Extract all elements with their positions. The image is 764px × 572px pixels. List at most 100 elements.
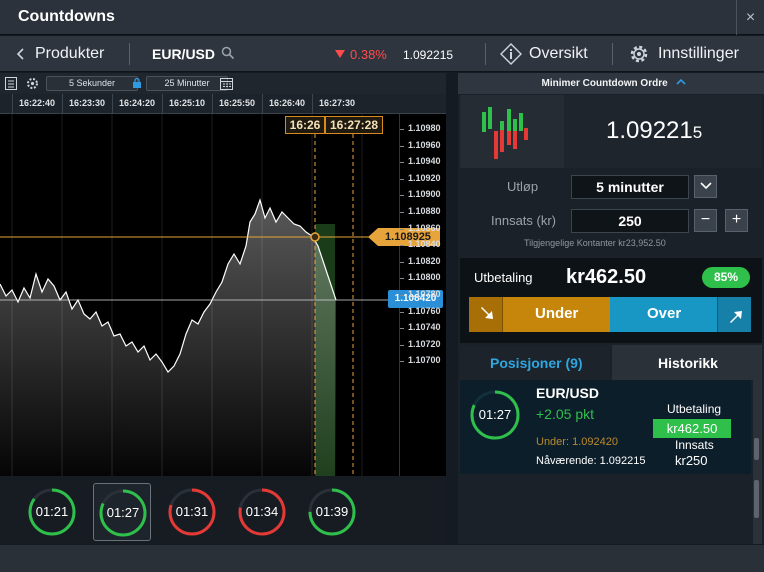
back-label: Produkter	[35, 45, 105, 62]
y-tick-label: 1.10760	[408, 305, 441, 316]
y-tick-label: 1.10800	[408, 272, 441, 283]
calendar-icon[interactable]	[220, 77, 233, 90]
position-stake-value: kr250	[675, 453, 708, 468]
countdown-timer[interactable]: 01:27	[93, 483, 151, 541]
lock-icon[interactable]	[133, 78, 141, 88]
timer-label: 01:21	[35, 504, 69, 519]
stake-label: Innsats (kr)	[491, 213, 557, 228]
entry-time-label: 16:26	[285, 116, 325, 134]
payout-percent-badge: 85%	[702, 267, 750, 288]
arrow-up-right-icon	[730, 311, 742, 323]
y-tick-label: 1.10940	[408, 156, 441, 167]
stake-plus-button[interactable]: +	[725, 209, 748, 232]
stake-input[interactable]: 250	[571, 209, 689, 233]
tab-history-label: Historikk	[658, 355, 718, 371]
timer-label: 01:39	[315, 504, 349, 519]
search-icon[interactable]	[221, 46, 235, 60]
window-title: Countdowns	[18, 8, 115, 25]
y-tick-label: 1.10920	[408, 172, 441, 183]
info-icon	[500, 43, 522, 65]
big-price: 1.092215	[606, 117, 702, 145]
symbol-label[interactable]: EUR/USD	[152, 46, 215, 62]
interval-select[interactable]: 5 Sekunder	[46, 76, 138, 91]
stake-minus-button[interactable]: −	[694, 209, 717, 232]
under-button[interactable]: Under	[469, 297, 610, 332]
scrollbar-thumb-lower[interactable]	[754, 480, 759, 518]
position-payout-value: kr462.50	[653, 419, 731, 438]
position-stake-label: Innsats	[675, 438, 714, 452]
price-chart[interactable]	[0, 114, 446, 476]
minimize-order-header[interactable]: Minimer Countdown Ordre	[458, 73, 764, 94]
nav-price: 1.092215	[403, 48, 454, 62]
timer-label: 01:31	[175, 504, 209, 519]
chart-toolbar: 5 Sekunder 25 Minutter	[0, 73, 446, 94]
chart-canvas	[0, 114, 390, 476]
back-products-button[interactable]: Produkter	[14, 36, 134, 72]
nav-bar: Produkter EUR/USD 0.38% 1.092215 Oversik…	[0, 36, 764, 72]
overview-label: Oversikt	[529, 45, 588, 62]
gear-icon	[630, 45, 648, 63]
change-percent: 0.38%	[350, 47, 387, 62]
countdown-timer[interactable]: 01:21	[23, 483, 81, 541]
y-tick-label: 1.10880	[408, 206, 441, 216]
y-tick-label: 1.10820	[408, 255, 441, 266]
settings-button[interactable]: Innstillinger	[626, 36, 762, 72]
positions-scrollbar[interactable]	[753, 380, 762, 544]
available-cash: Tilgjengelige Kontanter kr23,952.50	[524, 238, 666, 248]
countdown-timer[interactable]: 01:34	[233, 483, 291, 541]
tab-positions-label: Posisjoner (9)	[490, 355, 583, 371]
y-tick-label: 1.10900	[408, 189, 441, 200]
price-area	[0, 200, 336, 476]
time-label: 16:22:40	[19, 98, 56, 108]
countdown-timer[interactable]: 01:31	[163, 483, 221, 541]
payout-label: Utbetaling	[474, 270, 533, 285]
position-under: Under: 1.092420	[536, 436, 618, 448]
tab-positions[interactable]: Posisjoner (9)	[460, 345, 610, 380]
time-label: 16:26:40	[269, 98, 306, 108]
mini-candle-chart	[460, 95, 564, 168]
y-tick-label: 1.10840	[408, 239, 441, 250]
chevron-up-icon	[676, 78, 687, 85]
big-price-main: 1.09221	[606, 117, 693, 144]
candles-icon	[482, 107, 528, 159]
y-tick-label: 1.10720	[408, 338, 441, 349]
expiry-dropdown-button[interactable]	[694, 175, 717, 198]
close-icon: ×	[745, 9, 756, 26]
scrollbar-thumb-upper[interactable]	[754, 438, 759, 460]
arrow-down-right-icon	[481, 307, 493, 319]
position-timer: 01:27	[478, 407, 512, 422]
tab-history[interactable]: Historikk	[612, 345, 762, 380]
title-bar: Countdowns ×	[0, 0, 764, 35]
expiry-label: Utløp	[507, 179, 539, 194]
expiry-select[interactable]: 5 minutter	[571, 175, 689, 199]
close-button[interactable]: ×	[736, 0, 764, 35]
over-button[interactable]: Over	[610, 297, 751, 332]
chart-settings-icon[interactable]	[26, 77, 39, 90]
time-label: 16:25:50	[219, 98, 256, 108]
over-icon-box	[717, 297, 751, 332]
time-label: 16:23:30	[69, 98, 106, 108]
under-label: Under	[535, 305, 579, 322]
overview-button[interactable]: Oversikt	[498, 36, 608, 72]
position-pips: +2.05 pkt	[536, 406, 594, 422]
position-current: Nåværende: 1.092215	[536, 455, 646, 467]
countdown-timer[interactable]: 01:39	[303, 483, 361, 541]
payout-value: kr462.50	[566, 266, 647, 288]
time-label: 16:25:10	[169, 98, 206, 108]
status-bar	[0, 545, 764, 572]
y-tick-label: 1.10860	[408, 222, 441, 233]
chevron-down-icon	[699, 182, 712, 190]
down-triangle-icon	[335, 50, 345, 58]
time-label: 16:24:20	[119, 98, 156, 108]
y-tick-label: 1.10780	[408, 289, 441, 299]
list-icon[interactable]	[5, 77, 17, 90]
chevron-left-icon	[16, 48, 24, 60]
timer-label: 01:34	[245, 504, 279, 519]
timer-strip: 01:21 01:27 01:31 01:34 01:39	[0, 476, 446, 544]
time-label: 16:27:30	[319, 98, 356, 108]
y-tick-label: 1.10740	[408, 322, 441, 333]
position-card[interactable]: 01:27 EUR/USD +2.05 pkt Under: 1.092420 …	[460, 380, 751, 474]
timer-label: 01:27	[106, 505, 140, 520]
duration-select[interactable]: 25 Minutter	[146, 76, 228, 91]
time-axis: 16:22:40 16:23:30 16:24:20 16:25:10 16:25:50…	[0, 94, 446, 114]
